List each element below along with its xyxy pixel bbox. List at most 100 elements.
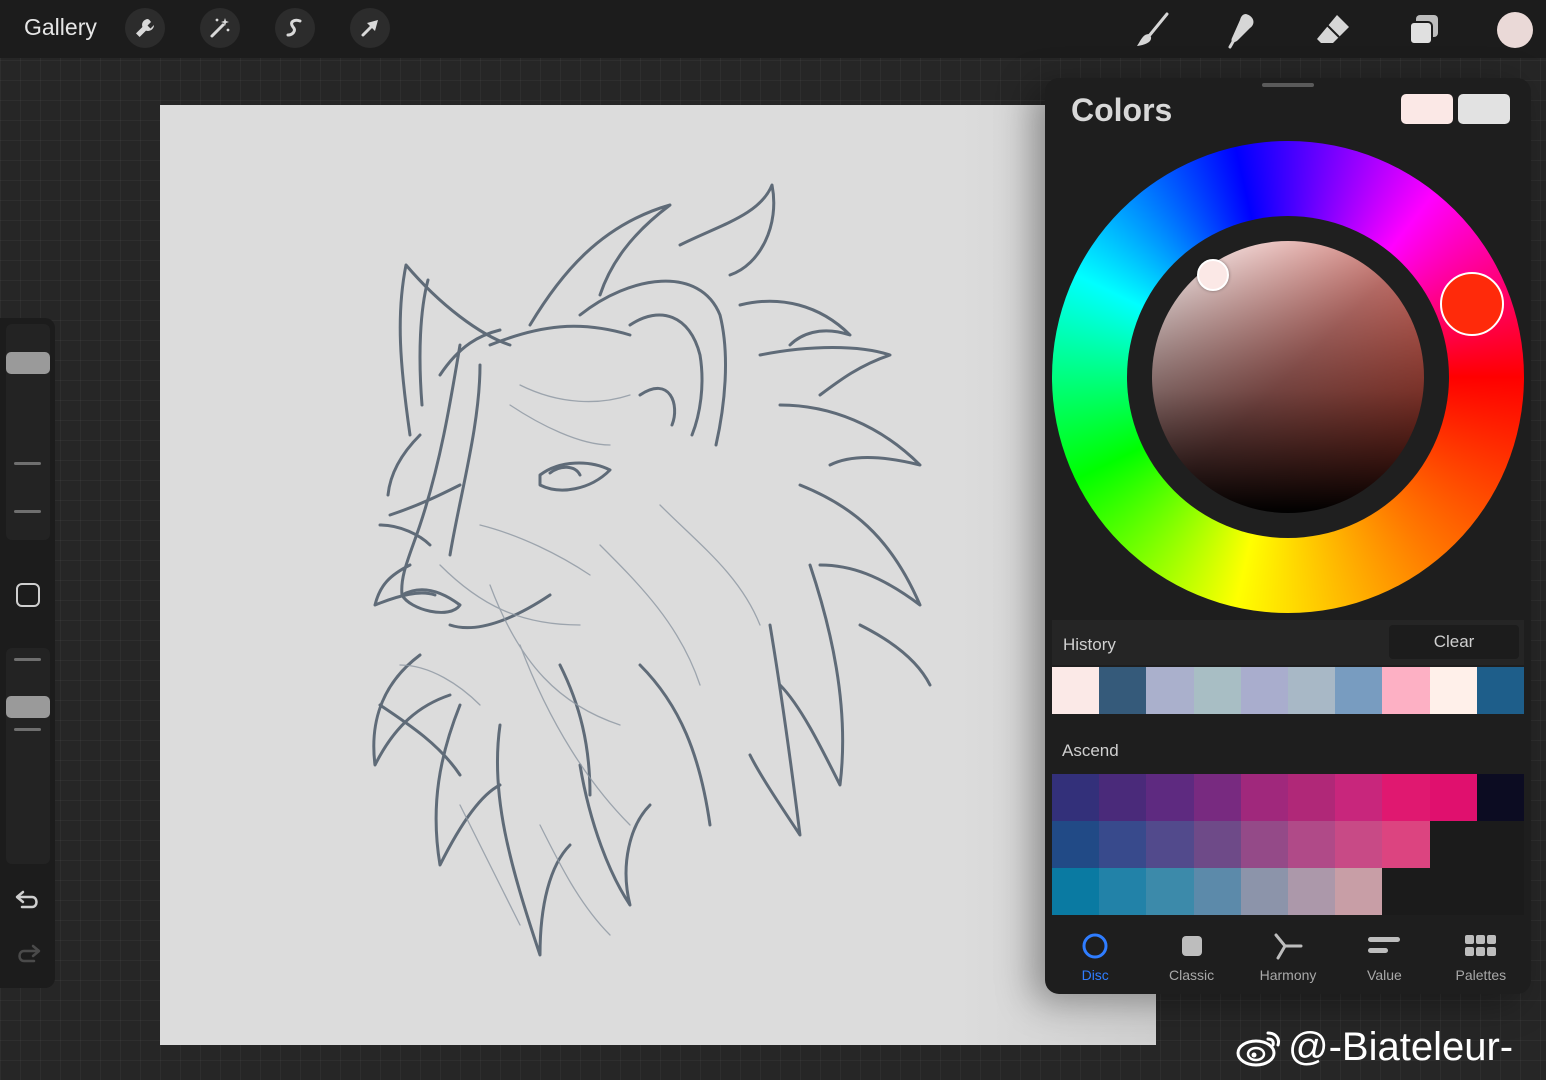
- palette-swatch[interactable]: [1052, 868, 1100, 915]
- palette-swatch[interactable]: [1193, 821, 1241, 868]
- palette-swatch[interactable]: [1287, 868, 1336, 915]
- palette-swatch[interactable]: [1335, 821, 1383, 868]
- palette-swatch[interactable]: [1476, 821, 1524, 868]
- smudge-icon[interactable]: [1220, 8, 1264, 52]
- slider-tick: [14, 728, 41, 731]
- tab-harmony[interactable]: Harmony: [1240, 916, 1336, 994]
- palette-swatch[interactable]: [1476, 868, 1524, 915]
- tab-label: Harmony: [1259, 967, 1317, 983]
- saturation-handle[interactable]: [1197, 259, 1229, 291]
- palette-swatch[interactable]: [1052, 821, 1100, 868]
- color-mode-tabs: Disc Classic Harmony Value Palettes: [1045, 916, 1531, 994]
- palette-swatch[interactable]: [1335, 868, 1383, 915]
- palette-swatch[interactable]: [1429, 868, 1477, 915]
- palette-swatch[interactable]: [1382, 774, 1430, 821]
- classic-square-icon: [1175, 932, 1209, 960]
- tab-disc[interactable]: Disc: [1047, 916, 1143, 994]
- saturation-disc[interactable]: [1152, 241, 1424, 513]
- palette-swatch[interactable]: [1099, 821, 1147, 868]
- palette-swatch[interactable]: [1382, 821, 1430, 868]
- value-sliders-icon: [1367, 932, 1401, 960]
- gallery-button[interactable]: Gallery: [24, 14, 97, 41]
- tab-label: Palettes: [1455, 967, 1507, 983]
- opacity-slider[interactable]: [6, 648, 50, 864]
- palette-swatch[interactable]: [1240, 821, 1288, 868]
- tab-label: Classic: [1169, 967, 1215, 983]
- slider-tick: [14, 462, 41, 465]
- history-swatch[interactable]: [1287, 667, 1336, 714]
- watermark-text: @-Biateleur-: [1288, 1024, 1514, 1069]
- opacity-thumb[interactable]: [6, 696, 50, 718]
- history-swatch[interactable]: [1099, 667, 1147, 714]
- palette-swatch[interactable]: [1240, 774, 1288, 821]
- tab-label: Disc: [1081, 967, 1109, 983]
- history-header: History Clear: [1052, 620, 1524, 665]
- history-swatch[interactable]: [1193, 667, 1241, 714]
- brush-size-thumb[interactable]: [6, 352, 50, 374]
- palette-swatch[interactable]: [1146, 821, 1194, 868]
- palette-swatch[interactable]: [1382, 868, 1430, 915]
- secondary-color-swatch[interactable]: [1458, 94, 1510, 124]
- palette-swatch[interactable]: [1146, 868, 1194, 915]
- history-swatch[interactable]: [1476, 667, 1524, 714]
- tab-value[interactable]: Value: [1336, 916, 1432, 994]
- eraser-icon[interactable]: [1311, 8, 1355, 52]
- primary-color-swatch[interactable]: [1401, 94, 1453, 124]
- undo-icon[interactable]: [14, 886, 42, 917]
- selection-icon[interactable]: [275, 8, 315, 48]
- palette-swatch[interactable]: [1099, 774, 1147, 821]
- magic-wand-icon[interactable]: [200, 8, 240, 48]
- palette-swatch[interactable]: [1335, 774, 1383, 821]
- wrench-icon[interactable]: [125, 8, 165, 48]
- current-color-swatch[interactable]: [1497, 12, 1533, 48]
- palette-swatch[interactable]: [1099, 868, 1147, 915]
- layers-icon[interactable]: [1402, 8, 1446, 52]
- drawing-canvas[interactable]: [160, 105, 1156, 1045]
- weibo-icon: [1236, 1027, 1282, 1067]
- palette-swatch[interactable]: [1193, 774, 1241, 821]
- palette-swatch[interactable]: [1476, 774, 1524, 821]
- panel-grabber[interactable]: [1262, 83, 1314, 87]
- palette-row: [1052, 774, 1524, 821]
- watermark: @-Biateleur-: [1236, 1024, 1513, 1070]
- wolf-sketch: [372, 183, 932, 957]
- modify-square-button[interactable]: [16, 583, 40, 607]
- brush-icon[interactable]: [1131, 8, 1175, 52]
- transform-arrow-icon[interactable]: [350, 8, 390, 48]
- history-swatch[interactable]: [1146, 667, 1194, 714]
- palette-row: [1052, 868, 1524, 915]
- redo-icon[interactable]: [14, 940, 42, 971]
- palette-swatch[interactable]: [1287, 774, 1336, 821]
- slider-tick: [14, 658, 41, 661]
- harmony-icon: [1271, 932, 1305, 960]
- palette-row: [1052, 821, 1524, 868]
- palettes-grid-icon: [1464, 932, 1498, 960]
- colors-panel: Colors History Clear Ascend Disc Classic: [1045, 78, 1531, 994]
- disc-icon: [1078, 932, 1112, 960]
- tab-label: Value: [1367, 967, 1402, 983]
- history-swatch[interactable]: [1429, 667, 1477, 714]
- palette-swatch[interactable]: [1052, 774, 1100, 821]
- clear-history-button[interactable]: Clear: [1389, 625, 1519, 659]
- slider-tick: [14, 510, 41, 513]
- palette-swatch[interactable]: [1287, 821, 1336, 868]
- history-swatch[interactable]: [1335, 667, 1383, 714]
- history-swatches: [1052, 667, 1524, 714]
- tab-classic[interactable]: Classic: [1143, 916, 1239, 994]
- history-label: History: [1063, 635, 1116, 654]
- palette-header: Ascend: [1052, 724, 1524, 774]
- palette-swatch[interactable]: [1429, 774, 1477, 821]
- left-sidebar: [0, 318, 55, 988]
- top-toolbar: Gallery: [0, 0, 1546, 58]
- history-swatch[interactable]: [1052, 667, 1100, 714]
- history-swatch[interactable]: [1382, 667, 1430, 714]
- palette-swatch[interactable]: [1429, 821, 1477, 868]
- palette-swatch[interactable]: [1240, 868, 1288, 915]
- palette-swatch[interactable]: [1193, 868, 1241, 915]
- history-swatch[interactable]: [1240, 667, 1288, 714]
- tab-palettes[interactable]: Palettes: [1433, 916, 1529, 994]
- palette-swatch[interactable]: [1146, 774, 1194, 821]
- hue-handle[interactable]: [1440, 272, 1504, 336]
- palette-name: Ascend: [1062, 741, 1119, 760]
- panel-title: Colors: [1071, 92, 1173, 128]
